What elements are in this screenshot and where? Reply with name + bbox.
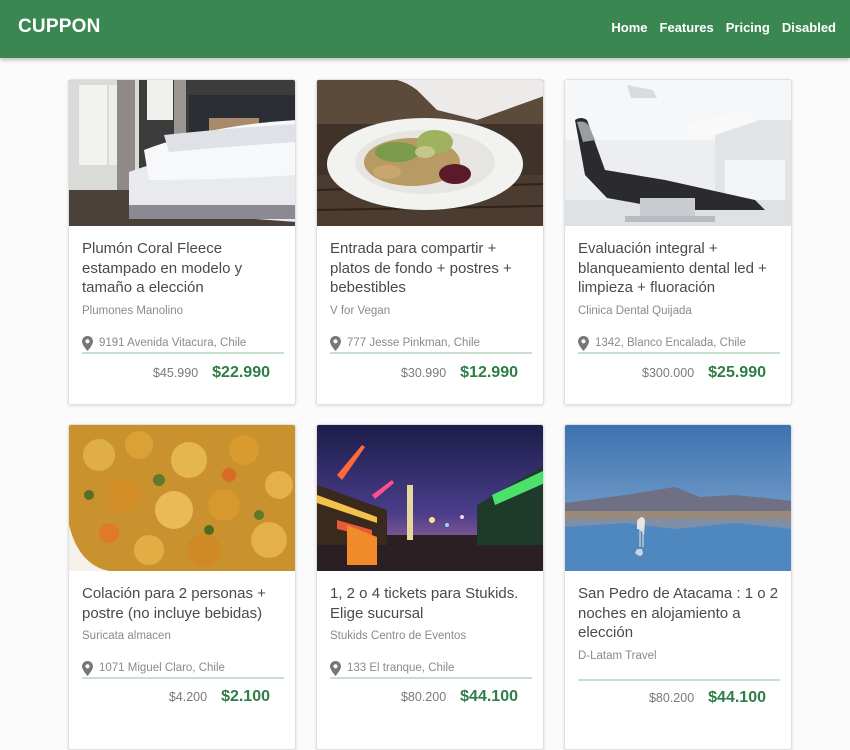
top-navbar: CUPPON Home Features Pricing Disabled bbox=[0, 0, 850, 58]
original-price: $300.000 bbox=[642, 366, 695, 380]
location-address: 777 Jesse Pinkman, Chile bbox=[347, 337, 480, 349]
location-address: 1342, Blanco Encalada, Chile bbox=[595, 337, 746, 349]
vendor-name: Clinica Dental Quijada bbox=[578, 305, 692, 317]
nav-pricing[interactable]: Pricing bbox=[726, 20, 770, 35]
deal-title[interactable]: Colación para 2 personas + postre (no in… bbox=[82, 584, 286, 623]
location-pin-icon bbox=[330, 336, 341, 351]
deal-title[interactable]: Entrada para compartir + platos de fondo… bbox=[330, 239, 534, 298]
original-price: $80.200 bbox=[400, 690, 447, 704]
discount-price: $12.990 bbox=[460, 364, 518, 381]
price-block: $4.200 $2.100 bbox=[169, 688, 270, 706]
nav-links: Home Features Pricing Disabled bbox=[611, 20, 836, 35]
location-line: 1071 Miguel Claro, Chile bbox=[82, 661, 284, 679]
vendor-name: Stukids Centro de Eventos bbox=[330, 630, 467, 642]
salad-plate-photo[interactable] bbox=[317, 80, 543, 226]
curry-food-photo[interactable] bbox=[69, 425, 295, 571]
discount-price: $2.100 bbox=[221, 688, 270, 705]
original-price: $30.990 bbox=[400, 366, 447, 380]
discount-price: $44.100 bbox=[460, 688, 518, 705]
location-line: 133 El tranque, Chile bbox=[330, 661, 532, 679]
vendor-name: Plumones Manolino bbox=[82, 305, 184, 317]
price-block: $80.200 $44.100 bbox=[649, 689, 766, 707]
deals-grid: Plumón Coral Fleece estampado en modelo … bbox=[68, 79, 792, 750]
bedroom-photo[interactable] bbox=[69, 80, 295, 226]
nav-home[interactable]: Home bbox=[611, 20, 647, 35]
discount-price: $44.100 bbox=[708, 689, 766, 706]
deal-card[interactable]: Plumón Coral Fleece estampado en modelo … bbox=[68, 79, 296, 405]
brand-logo[interactable]: CUPPON bbox=[18, 16, 101, 38]
discount-price: $22.990 bbox=[212, 364, 270, 381]
original-price: $80.200 bbox=[648, 691, 695, 705]
location-line: 9191 Avenida Vitacura, Chile bbox=[82, 336, 284, 354]
original-price: $4.200 bbox=[168, 690, 208, 704]
deal-card[interactable]: Entrada para compartir + platos de fondo… bbox=[316, 79, 544, 405]
nav-disabled[interactable]: Disabled bbox=[782, 20, 836, 35]
location-address: 1071 Miguel Claro, Chile bbox=[99, 662, 225, 674]
location-pin-icon bbox=[82, 336, 93, 351]
location-pin-icon bbox=[82, 661, 93, 676]
deal-title[interactable]: 1, 2 o 4 tickets para Stukids. Elige suc… bbox=[330, 584, 534, 623]
deal-card[interactable]: Colación para 2 personas + postre (no in… bbox=[68, 424, 296, 750]
deal-title[interactable]: Evaluación integral + blanqueamiento den… bbox=[578, 239, 782, 298]
location-address: 9191 Avenida Vitacura, Chile bbox=[99, 337, 247, 349]
vendor-name: D-Latam Travel bbox=[578, 650, 657, 662]
deal-card[interactable]: 1, 2 o 4 tickets para Stukids. Elige suc… bbox=[316, 424, 544, 750]
vendor-name: Suricata almacen bbox=[82, 630, 171, 642]
lake-flamingo-photo[interactable] bbox=[565, 425, 791, 571]
location-pin-icon bbox=[330, 661, 341, 676]
deal-title[interactable]: San Pedro de Atacama : 1 o 2 noches en a… bbox=[578, 584, 782, 643]
location-line: 777 Jesse Pinkman, Chile bbox=[330, 336, 532, 354]
discount-price: $25.990 bbox=[708, 364, 766, 381]
price-block: $30.990 $12.990 bbox=[401, 364, 518, 382]
deal-card[interactable]: Evaluación integral + blanqueamiento den… bbox=[564, 79, 792, 405]
location-line bbox=[578, 663, 780, 681]
vendor-name: V for Vegan bbox=[330, 305, 391, 317]
dental-chair-photo[interactable] bbox=[565, 80, 791, 226]
deal-title[interactable]: Plumón Coral Fleece estampado en modelo … bbox=[82, 239, 286, 298]
price-block: $45.990 $22.990 bbox=[153, 364, 270, 382]
price-block: $80.200 $44.100 bbox=[401, 688, 518, 706]
location-pin-icon bbox=[578, 336, 589, 351]
fairground-night-photo[interactable] bbox=[317, 425, 543, 571]
price-block: $300.000 $25.990 bbox=[642, 364, 766, 382]
original-price: $45.990 bbox=[152, 366, 199, 380]
location-line: 1342, Blanco Encalada, Chile bbox=[578, 336, 780, 354]
nav-features[interactable]: Features bbox=[660, 20, 714, 35]
location-address: 133 El tranque, Chile bbox=[347, 662, 455, 674]
deal-card[interactable]: San Pedro de Atacama : 1 o 2 noches en a… bbox=[564, 424, 792, 750]
